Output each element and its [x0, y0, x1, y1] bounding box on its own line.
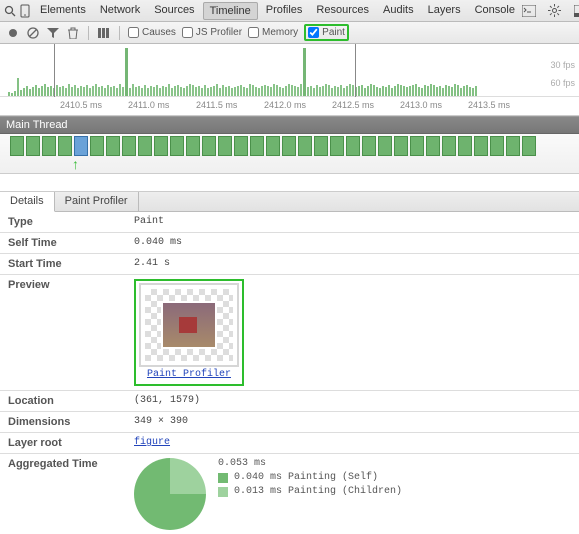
details-pane: TypePaint Self Time0.040 ms Start Time2.… — [0, 212, 579, 534]
paint-highlight: Paint — [304, 24, 349, 41]
agg-label: Aggregated Time — [8, 458, 134, 470]
panel-tabs: Elements Network Sources Timeline Profil… — [34, 2, 521, 20]
dimensions-label: Dimensions — [8, 416, 134, 428]
location-label: Location — [8, 395, 134, 407]
swatch-children — [218, 487, 228, 497]
mainthread-title: Main Thread — [6, 119, 68, 131]
filter-icon[interactable] — [46, 26, 60, 40]
tab-console[interactable]: Console — [469, 2, 521, 20]
selection-range[interactable] — [54, 44, 356, 97]
preview-label: Preview — [8, 279, 134, 291]
overview-xaxis: 2410.5 ms 2411.0 ms 2411.5 ms 2412.0 ms … — [0, 96, 579, 110]
row-type: TypePaint — [0, 212, 579, 233]
tab-paint-profiler[interactable]: Paint Profiler — [55, 192, 139, 211]
xlabel: 2412.5 ms — [332, 100, 400, 110]
preview-thumbnail[interactable] — [141, 285, 237, 365]
pie-chart — [134, 458, 206, 530]
starttime-label: Start Time — [8, 258, 134, 270]
tab-profiles[interactable]: Profiles — [260, 2, 309, 20]
timeline-toolbar: Causes JS Profiler Memory Paint — [0, 22, 579, 44]
preview-highlight: Paint Profiler — [134, 279, 244, 386]
layerroot-label: Layer root — [8, 437, 134, 449]
location-value: (361, 1579) — [134, 395, 571, 406]
agg-self: 0.040 ms Painting (Self) — [234, 472, 378, 483]
toolbar-divider — [119, 26, 120, 40]
swatch-self — [218, 473, 228, 483]
xlabel: 2413.5 ms — [468, 100, 536, 110]
xlabel: 2413.0 ms — [400, 100, 468, 110]
gear-icon[interactable] — [547, 3, 563, 19]
agg-total: 0.053 ms — [218, 458, 402, 469]
paint-label: Paint — [322, 27, 345, 38]
causes-checkbox[interactable]: Causes — [128, 27, 176, 38]
agg-children: 0.013 ms Painting (Children) — [234, 486, 402, 497]
toolbar-divider — [88, 26, 89, 40]
tab-sources[interactable]: Sources — [148, 2, 200, 20]
fps-30-label: 30 fps — [550, 60, 575, 70]
row-preview: Preview Paint Profiler — [0, 275, 579, 391]
mainthread-header: Main Thread — [0, 116, 579, 134]
mainthread-lane[interactable]: ↑ — [0, 134, 579, 174]
starttime-value: 2.41 s — [134, 258, 571, 269]
row-location: Location(361, 1579) — [0, 391, 579, 412]
paint-profiler-link[interactable]: Paint Profiler — [147, 369, 231, 380]
jsprofiler-label: JS Profiler — [196, 27, 242, 38]
arrow-up-icon: ↑ — [72, 156, 79, 172]
row-starttime: Start Time2.41 s — [0, 254, 579, 275]
console-toggle-icon[interactable] — [521, 3, 537, 19]
tab-audits[interactable]: Audits — [377, 2, 420, 20]
tab-network[interactable]: Network — [94, 2, 146, 20]
overview-chart[interactable]: 30 fps 60 fps 2410.5 ms 2411.0 ms 2411.5… — [0, 44, 579, 116]
selftime-label: Self Time — [8, 237, 134, 249]
devtools-tabbar: Elements Network Sources Timeline Profil… — [0, 0, 579, 22]
layerroot-link[interactable]: figure — [134, 437, 170, 448]
type-value: Paint — [134, 216, 571, 227]
memory-checkbox[interactable]: Memory — [248, 27, 298, 38]
tab-layers[interactable]: Layers — [422, 2, 467, 20]
type-label: Type — [8, 216, 134, 228]
gc-icon[interactable] — [66, 26, 80, 40]
xlabel: 2411.5 ms — [196, 100, 264, 110]
fps-60-label: 60 fps — [550, 78, 575, 88]
tab-elements[interactable]: Elements — [34, 2, 92, 20]
jsprofiler-checkbox[interactable]: JS Profiler — [182, 27, 242, 38]
record-icon[interactable] — [6, 26, 20, 40]
selftime-value: 0.040 ms — [134, 237, 571, 248]
detail-tabbar: Details Paint Profiler — [0, 192, 579, 212]
tab-timeline[interactable]: Timeline — [203, 2, 258, 20]
row-layerroot: Layer rootfigure — [0, 433, 579, 454]
memory-label: Memory — [262, 27, 298, 38]
row-aggregated: Aggregated Time 0.053 ms 0.040 ms Painti… — [0, 454, 579, 534]
dimensions-value: 349 × 390 — [134, 416, 571, 427]
viewmode-icon[interactable] — [97, 26, 111, 40]
xlabel: 2411.0 ms — [128, 100, 196, 110]
device-icon[interactable] — [20, 3, 30, 19]
dock-icon[interactable] — [573, 3, 579, 19]
agg-legend: 0.053 ms 0.040 ms Painting (Self) 0.013 … — [218, 458, 402, 497]
blank-lane — [0, 174, 579, 192]
tab-details[interactable]: Details — [0, 192, 55, 212]
causes-label: Causes — [142, 27, 176, 38]
mainthread-bars — [10, 136, 569, 156]
search-icon[interactable] — [4, 3, 16, 19]
row-selftime: Self Time0.040 ms — [0, 233, 579, 254]
row-dimensions: Dimensions349 × 390 — [0, 412, 579, 433]
xlabel: 2410.5 ms — [60, 100, 128, 110]
clear-icon[interactable] — [26, 26, 40, 40]
xlabel: 2412.0 ms — [264, 100, 332, 110]
tab-resources[interactable]: Resources — [310, 2, 375, 20]
paint-checkbox[interactable]: Paint — [308, 27, 345, 38]
